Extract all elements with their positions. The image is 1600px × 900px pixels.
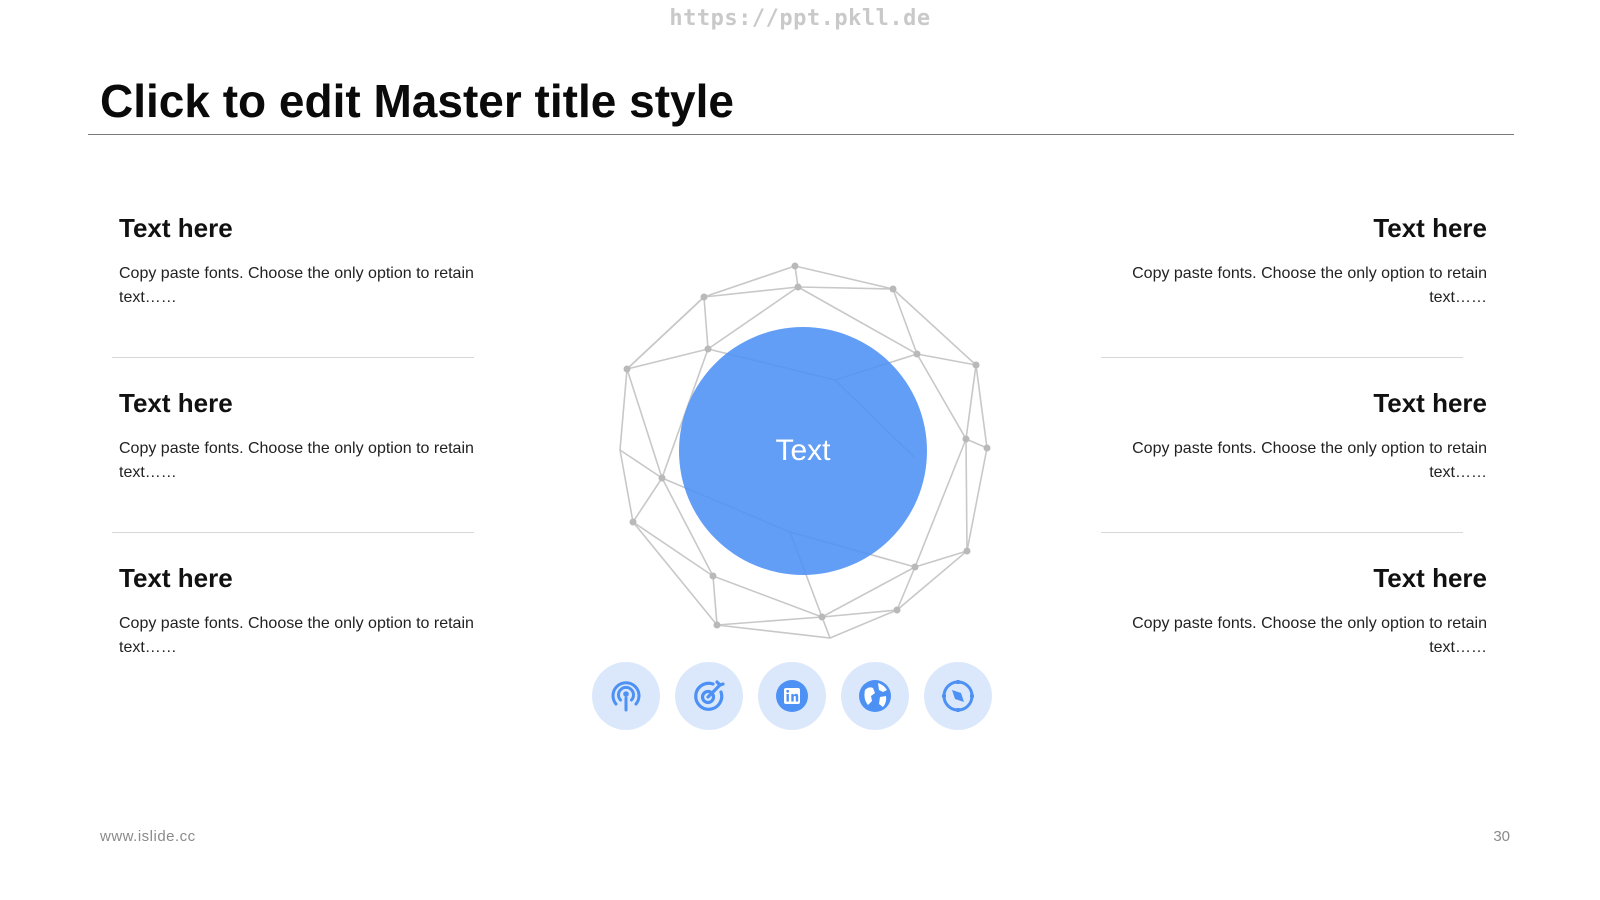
target-icon[interactable] — [675, 662, 743, 730]
left-divider-2 — [112, 532, 474, 533]
block-heading: Text here — [119, 563, 233, 593]
right-text-block-2[interactable]: Text here Copy paste fonts. Choose the o… — [1115, 387, 1487, 485]
watermark-url: https://ppt.pkll.de — [669, 6, 931, 31]
block-heading: Text here — [1373, 563, 1487, 593]
block-body: Copy paste fonts. Choose the only option… — [1132, 615, 1487, 656]
block-body: Copy paste fonts. Choose the only option… — [119, 265, 474, 306]
globe-icon[interactable] — [841, 662, 909, 730]
center-circle[interactable]: Text — [679, 327, 927, 575]
left-text-block-1[interactable]: Text here Copy paste fonts. Choose the o… — [119, 212, 491, 310]
footer-website: www.islide.cc — [100, 828, 196, 845]
compass-icon[interactable] — [924, 662, 992, 730]
right-text-block-3[interactable]: Text here Copy paste fonts. Choose the o… — [1115, 562, 1487, 660]
right-text-block-1[interactable]: Text here Copy paste fonts. Choose the o… — [1115, 212, 1487, 310]
block-body: Copy paste fonts. Choose the only option… — [1132, 265, 1487, 306]
page-number: 30 — [1493, 828, 1510, 845]
right-divider-2 — [1101, 532, 1463, 533]
block-body: Copy paste fonts. Choose the only option… — [1132, 440, 1487, 481]
slide-title[interactable]: Click to edit Master title style — [100, 74, 734, 128]
block-body: Copy paste fonts. Choose the only option… — [119, 440, 474, 481]
icon-row — [592, 662, 1004, 730]
block-heading: Text here — [1373, 388, 1487, 418]
center-label: Text — [775, 434, 831, 467]
block-heading: Text here — [119, 213, 233, 243]
block-body: Copy paste fonts. Choose the only option… — [119, 615, 474, 656]
left-divider-1 — [112, 357, 474, 358]
block-heading: Text here — [1373, 213, 1487, 243]
title-underline — [88, 134, 1514, 135]
left-text-block-3[interactable]: Text here Copy paste fonts. Choose the o… — [119, 562, 491, 660]
block-heading: Text here — [119, 388, 233, 418]
right-divider-1 — [1101, 357, 1463, 358]
left-text-block-2[interactable]: Text here Copy paste fonts. Choose the o… — [119, 387, 491, 485]
podcast-icon[interactable] — [592, 662, 660, 730]
linkedin-icon[interactable] — [758, 662, 826, 730]
